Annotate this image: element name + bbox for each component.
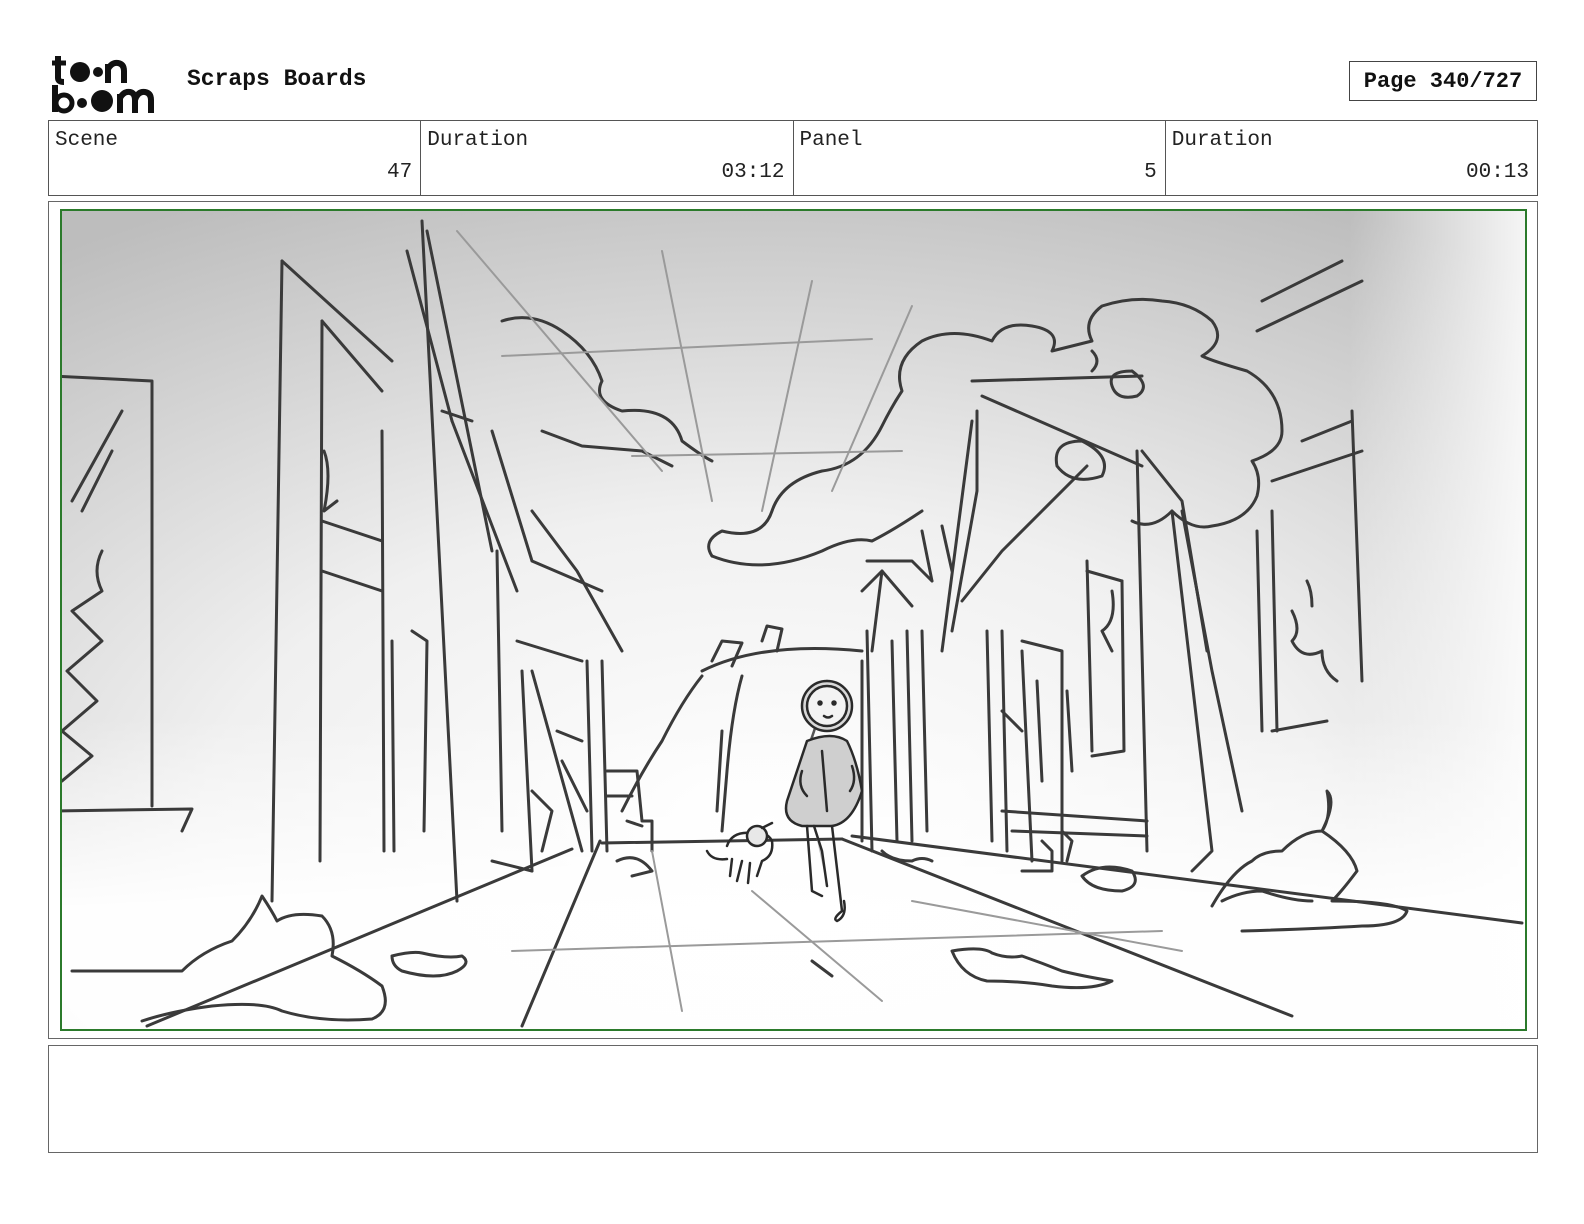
panel-duration-cell: Duration 00:13 [1166, 121, 1537, 195]
scene-label: Scene [55, 129, 119, 152]
scene-cell: Scene 47 [49, 121, 422, 195]
panel-duration-value: 00:13 [1465, 161, 1529, 184]
scene-value: 47 [387, 161, 413, 184]
toonboom-logo [50, 52, 165, 114]
scene-duration-cell: Duration 03:12 [421, 121, 794, 195]
street-sketch-drawing [62, 211, 1525, 1029]
project-title: Scraps Boards [187, 66, 367, 92]
scene-duration-label: Duration [427, 129, 529, 152]
panel-cell: Panel 5 [794, 121, 1166, 195]
panel-value: 5 [1144, 161, 1157, 184]
panel-duration-label: Duration [1171, 129, 1273, 152]
page-indicator: Page 340/727 [1349, 61, 1537, 101]
panel-label: Panel [799, 129, 863, 152]
panel-notes-box [48, 1045, 1538, 1153]
storyboard-panel-image [60, 209, 1527, 1031]
scene-info-row: Scene 47 Duration 03:12 Panel 5 Duration… [48, 120, 1538, 196]
scene-duration-value: 03:12 [721, 161, 785, 184]
